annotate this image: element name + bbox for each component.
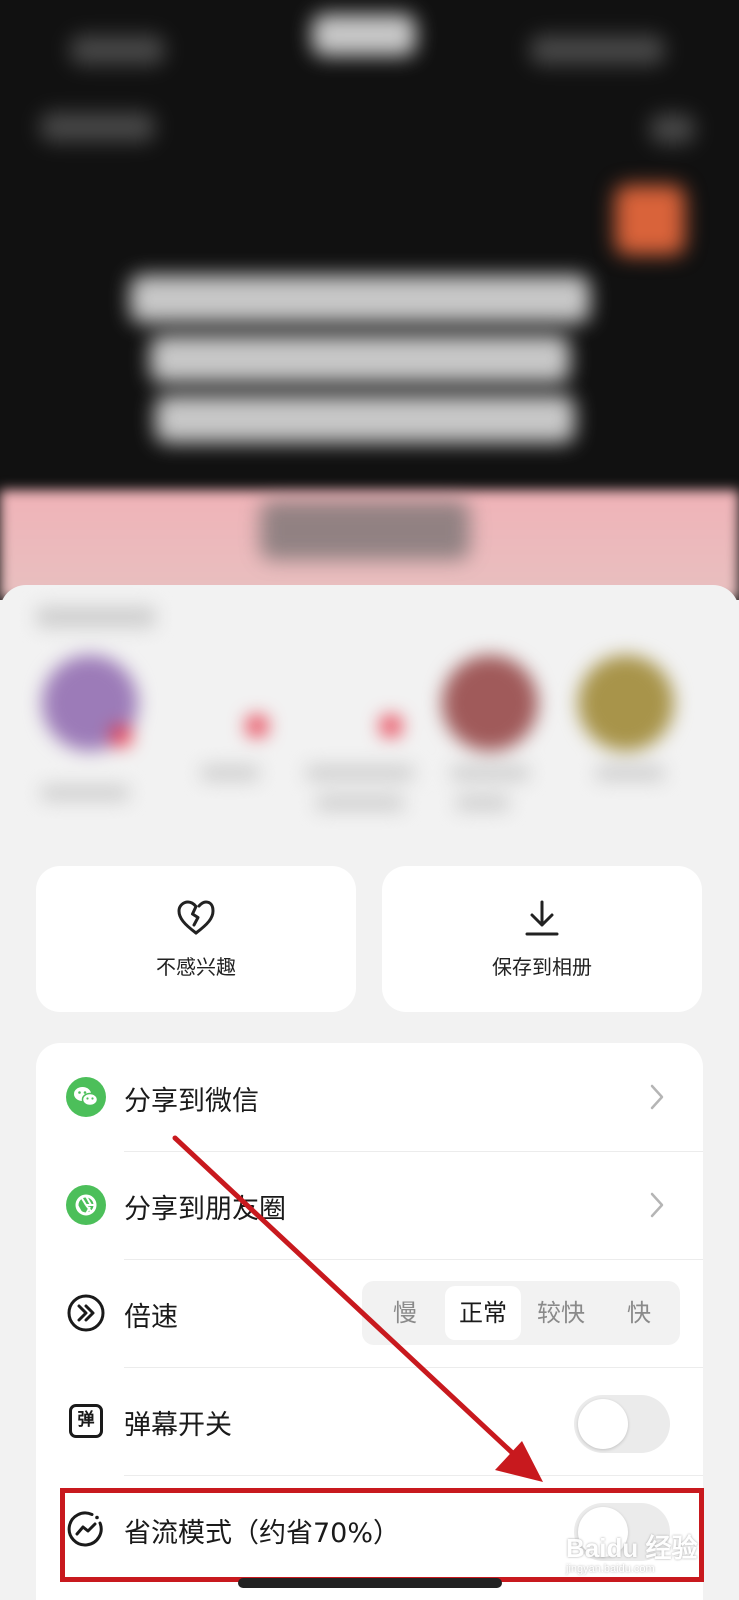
broken-heart-icon [177,900,215,934]
chevron-right-icon [650,1084,664,1110]
danmaku-icon: 弹 [69,1404,103,1438]
watermark-text: Baidu 经验 [566,1533,698,1563]
save-to-album-label: 保存到相册 [492,954,592,979]
moments-icon [66,1185,106,1225]
not-interested-button[interactable]: 不感兴趣 [36,866,356,1012]
share-wechat-label: 分享到微信 [124,1086,259,1117]
save-to-album-button[interactable]: 保存到相册 [382,866,702,1012]
toggle-knob [578,1399,628,1449]
wechat-icon [66,1077,106,1117]
danmaku-toggle[interactable] [574,1395,670,1453]
share-moments-label: 分享到朋友圈 [124,1194,286,1225]
chevron-right-icon [650,1192,664,1218]
share-moments-row[interactable]: 分享到朋友圈 [36,1151,703,1259]
not-interested-label: 不感兴趣 [156,954,236,979]
speed-option-slow[interactable]: 慢 [367,1286,443,1340]
speed-option-fast[interactable]: 快 [601,1286,677,1340]
fast-forward-icon [67,1294,105,1332]
baidu-watermark: Baidu 经验 jingyan.baidu.com [566,1528,706,1586]
speed-selector: 慢 正常 较快 快 [362,1281,680,1345]
speed-option-faster[interactable]: 较快 [523,1286,599,1340]
recommend-strip [0,600,739,840]
download-icon [525,900,559,935]
danmaku-row: 弹 弹幕开关 [36,1367,703,1475]
home-indicator[interactable] [238,1578,502,1588]
playback-speed-label: 倍速 [124,1302,178,1333]
speed-option-normal[interactable]: 正常 [445,1286,521,1340]
playback-speed-row: 倍速 慢 正常 较快 快 [36,1259,703,1367]
video-preview[interactable] [0,0,739,600]
share-wechat-row[interactable]: 分享到微信 [36,1043,703,1151]
danmaku-label: 弹幕开关 [124,1410,232,1441]
